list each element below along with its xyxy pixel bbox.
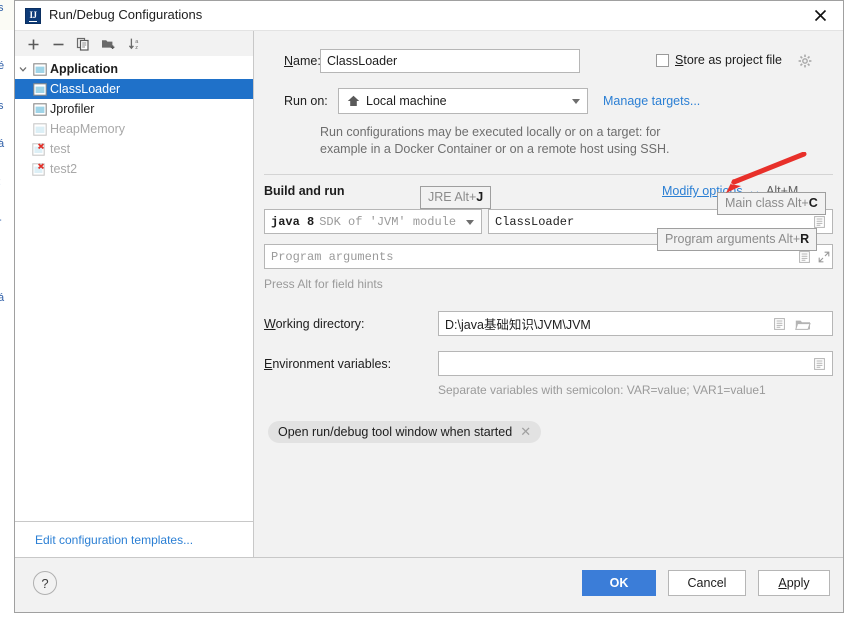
run-on-label: Run on: [284,94,328,108]
list-expand-icon[interactable] [797,250,811,264]
environment-variables-help: Separate variables with semicolon: VAR=v… [438,383,766,397]
sidebar-item-classloader[interactable]: ClassLoader [15,79,253,99]
tree-item-label: ClassLoader [50,82,121,96]
application-error-icon [31,162,49,176]
tree-item-label: test [50,142,71,156]
list-expand-icon[interactable] [812,357,826,371]
edit-configuration-templates[interactable]: Edit configuration templates... [15,521,253,557]
help-button-label: ? [41,575,49,591]
folder-browse-icon[interactable] [794,317,811,331]
close-small-icon[interactable]: ✕ [520,424,531,440]
home-icon [345,94,361,108]
sidebar-item-jprofiler[interactable]: Jprofiler [15,99,253,119]
tree-group-application[interactable]: Application [15,59,253,79]
close-icon[interactable] [798,1,843,30]
list-expand-icon[interactable] [772,317,786,331]
jre-value-primary: java 8 [271,214,315,229]
tree-item-label: Jprofiler [50,102,95,116]
application-error-icon [31,142,49,156]
open-tool-window-chip-label: Open run/debug tool window when started [278,425,513,439]
store-as-project-file-label: Store as project file [675,53,783,67]
copy-configuration-button[interactable] [73,34,93,54]
title-bar: IJ Run/Debug Configurations [15,1,843,31]
new-folder-button[interactable] [98,34,118,54]
chevron-down-icon[interactable] [15,64,31,74]
background-bleed: s é s á : - á [0,0,14,617]
add-configuration-button[interactable] [23,34,43,54]
tooltip-jre: JRE Alt+J [420,186,492,209]
cancel-button[interactable]: Cancel [668,570,746,596]
tooltip-main-class: Main class Alt+C [717,192,826,215]
chevron-down-icon[interactable] [466,219,474,225]
tree-group-label: Application [50,62,119,76]
checkbox-box[interactable] [656,53,669,67]
application-icon [31,62,49,76]
remove-configuration-button[interactable] [48,34,68,54]
chevron-down-icon[interactable] [572,99,580,104]
intellij-idea-icon: IJ [25,8,41,24]
edit-configuration-templates-link[interactable]: Edit configuration templates... [35,533,193,547]
tree-item-label: HeapMemory [50,122,126,136]
dialog-footer: ? OK Cancel Apply [15,557,843,612]
sidebar-toolbar: a z [15,31,253,57]
run-debug-configurations-screen: s é s á : - á IJ Run/Debug Configuration… [0,0,844,617]
sidebar-item-test2[interactable]: test2 [15,159,253,179]
working-directory-value: D:\java基础知识\JVM\JVM [445,318,591,332]
jre-combobox[interactable]: java 8 SDK of 'JVM' module [264,209,482,234]
target-help-line-1: Run configurations may be executed local… [320,125,661,139]
target-help-line-2: example in a Docker Container or on a re… [320,142,670,156]
dialog-window: IJ Run/Debug Configurations a z Applicat… [14,0,844,613]
working-directory-label: Working directory: [264,317,365,331]
help-button[interactable]: ? [33,571,57,595]
svg-text:z: z [135,45,138,51]
ok-button[interactable]: OK [582,570,656,596]
build-and-run-title: Build and run [264,184,345,198]
gear-icon[interactable] [797,53,813,69]
configuration-form: Name: ClassLoader Store as project file [254,31,843,557]
name-input-value: ClassLoader [327,54,398,68]
target-help-text: Run configurations may be executed local… [320,124,820,158]
store-as-project-file-checkbox[interactable]: Store as project file [656,53,782,67]
run-on-combobox[interactable]: Local machine [338,88,588,114]
run-on-value: Local machine [366,94,447,108]
dialog-body: a z Application ClassLoader Jprofiler He… [15,31,843,557]
main-class-value: ClassLoader [495,214,575,229]
tree-item-label: test2 [50,162,78,176]
manage-targets-link[interactable]: Manage targets... [603,94,700,108]
expand-editor-icon[interactable] [817,250,831,264]
open-tool-window-chip[interactable]: Open run/debug tool window when started … [268,421,542,443]
name-label: Name: [284,54,321,68]
ok-button-label: OK [609,576,629,590]
jre-value-secondary: SDK of 'JVM' module [319,214,457,229]
name-input[interactable]: ClassLoader [320,49,580,73]
section-divider [264,174,833,175]
sidebar-item-test[interactable]: test [15,139,253,159]
dialog-title: Run/Debug Configurations [49,7,203,22]
list-expand-icon[interactable] [812,215,826,229]
program-arguments-placeholder: Program arguments [271,249,394,264]
sort-alphabetically-icon[interactable]: a z [125,34,145,54]
cancel-button-label: Cancel [687,576,727,590]
sidebar-item-heapmemory[interactable]: HeapMemory [15,119,253,139]
application-icon [31,102,49,116]
configurations-sidebar: a z Application ClassLoader Jprofiler He… [15,31,254,557]
environment-variables-label: Environment variables: [264,357,392,371]
environment-variables-input[interactable] [438,351,833,376]
application-icon [31,122,49,136]
apply-button-label: Apply [778,576,810,590]
field-hints-text: Press Alt for field hints [264,277,383,291]
configurations-tree[interactable]: Application ClassLoader Jprofiler HeapMe… [15,56,253,521]
tooltip-program-arguments: Program arguments Alt+R [657,228,818,251]
apply-button[interactable]: Apply [758,570,830,596]
application-icon [31,82,49,96]
